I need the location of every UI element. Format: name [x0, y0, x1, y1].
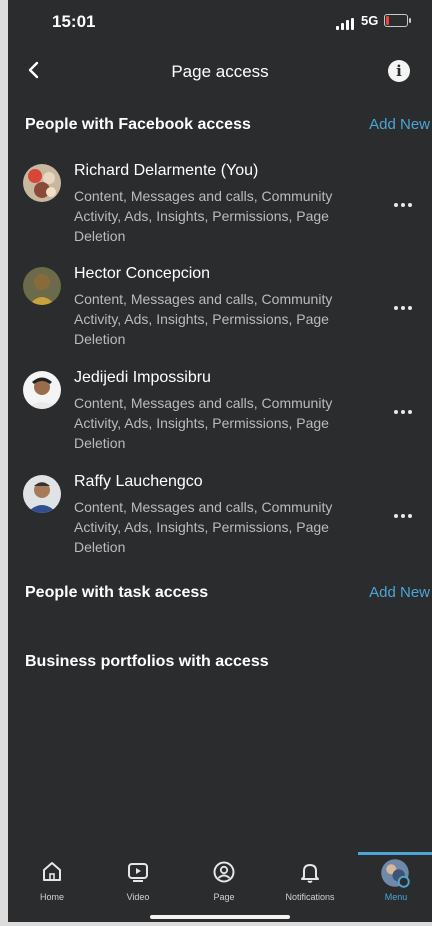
avatar [23, 475, 61, 513]
status-time: 15:01 [52, 12, 96, 31]
page-title: Page access [171, 62, 269, 81]
add-new-facebook-access-button[interactable]: Add New [369, 116, 430, 133]
signal-icon [336, 18, 356, 30]
home-icon [43, 862, 61, 881]
business-portfolios-heading: Business portfolios with access [25, 653, 269, 670]
status-bar: 15:01 5G [8, 0, 432, 48]
nav-label: Notifications [285, 892, 335, 902]
network-label: 5G [361, 13, 379, 28]
person-permissions: Content, Messages and calls, Community A… [74, 188, 333, 244]
avatar [23, 371, 61, 409]
more-options-icon[interactable] [394, 511, 416, 521]
battery-icon [384, 14, 411, 27]
page-icon [213, 861, 235, 883]
header: Page access i [8, 52, 432, 92]
more-options-icon[interactable] [394, 407, 416, 417]
menu-avatar-icon [381, 859, 410, 888]
nav-menu[interactable]: Menu [366, 850, 426, 908]
bottom-nav: Home Video Page Notifications Menu [8, 850, 432, 910]
nav-label: Video [126, 892, 150, 902]
avatar [23, 164, 61, 202]
person-permissions: Content, Messages and calls, Community A… [74, 395, 333, 451]
person-permissions: Content, Messages and calls, Community A… [74, 499, 333, 555]
screen: 15:01 5G Page access i People with Faceb… [8, 0, 432, 922]
person-name: Hector Concepcion [74, 265, 211, 282]
add-new-task-access-button[interactable]: Add New [369, 584, 430, 601]
person-name: Jedijedi Impossibru [74, 369, 211, 386]
person-name: Raffy Lauchengco [74, 473, 203, 490]
person-row[interactable]: Raffy Lauchengco Content, Messages and c… [8, 473, 432, 573]
nav-page[interactable]: Page [194, 850, 254, 908]
info-icon[interactable]: i [388, 60, 410, 82]
home-indicator [150, 915, 290, 919]
nav-label: Page [213, 892, 235, 902]
nav-label: Menu [384, 892, 408, 902]
more-options-icon[interactable] [394, 200, 416, 210]
avatar [23, 267, 61, 305]
nav-label: Home [39, 892, 64, 902]
nav-video[interactable]: Video [108, 850, 168, 908]
facebook-access-heading: People with Facebook access [25, 116, 251, 133]
person-row[interactable]: Richard Delarmente (You) Content, Messag… [8, 162, 432, 262]
person-row[interactable]: Hector Concepcion Content, Messages and … [8, 265, 432, 365]
task-access-heading: People with task access [25, 584, 209, 601]
nav-notifications[interactable]: Notifications [280, 850, 340, 908]
bell-icon [301, 864, 319, 883]
video-icon [128, 863, 148, 882]
person-row[interactable]: Jedijedi Impossibru Content, Messages an… [8, 369, 432, 469]
person-name: Richard Delarmente (You) [74, 162, 259, 179]
person-permissions: Content, Messages and calls, Community A… [74, 291, 333, 347]
more-options-icon[interactable] [394, 303, 416, 313]
nav-home[interactable]: Home [22, 850, 82, 908]
